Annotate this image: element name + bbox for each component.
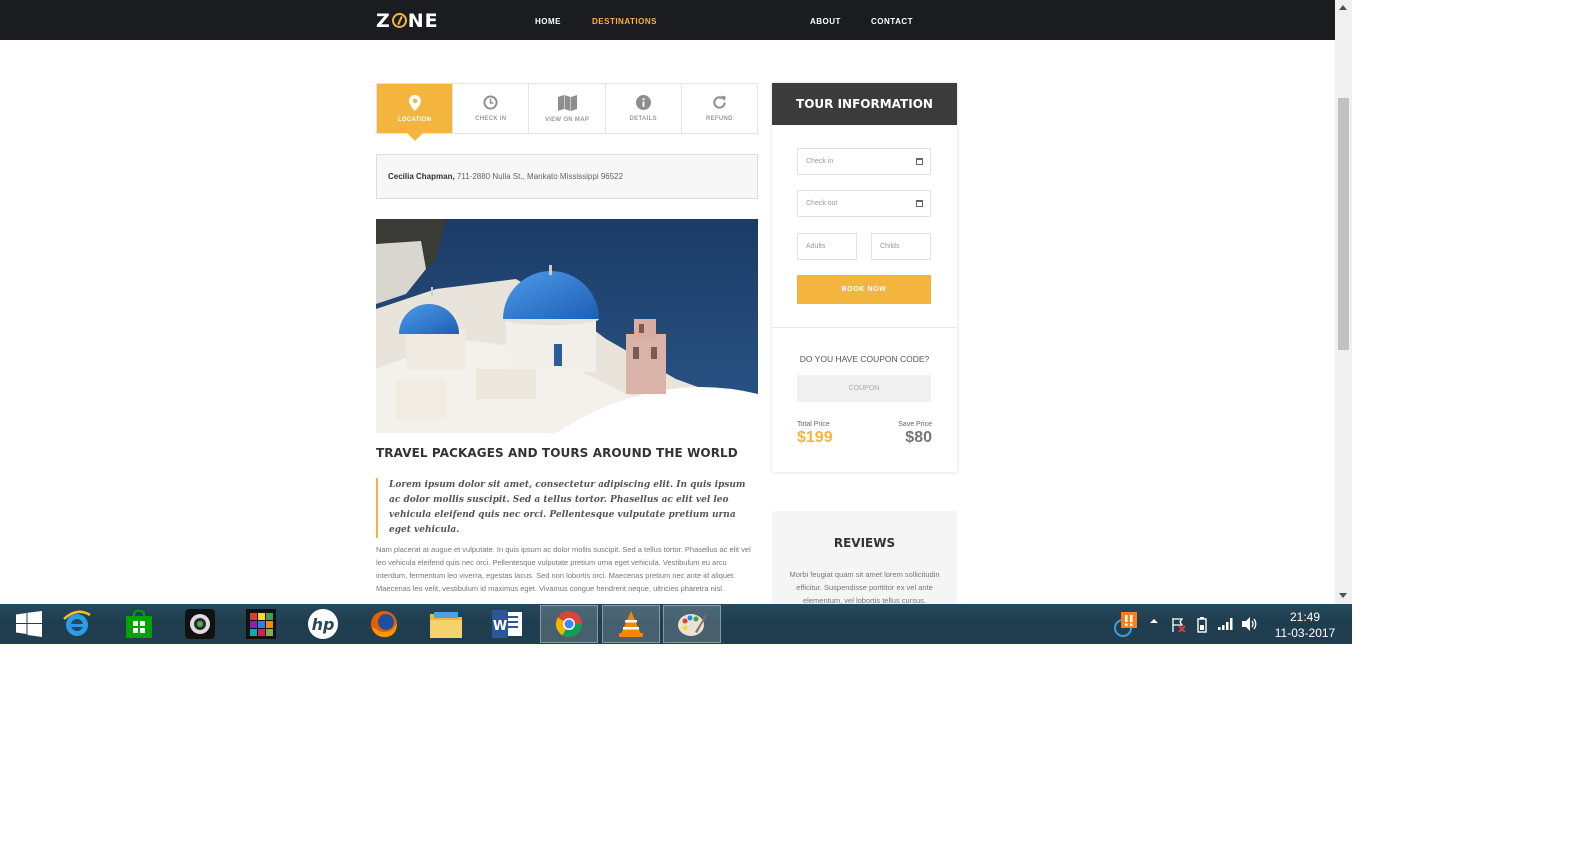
system-clock[interactable]: 21:49 11-03-2017 (1270, 609, 1340, 641)
tour-panel-title: TOUR INFORMATION (772, 83, 957, 125)
reviews-section: REVIEWS Morbi feugiat quam sit amet lore… (772, 511, 957, 604)
svg-text:hp: hp (312, 615, 335, 634)
webcam-icon[interactable] (171, 605, 229, 643)
save-price-label: Save Price (898, 421, 932, 428)
action-center-flag-icon[interactable] (1172, 618, 1186, 635)
info-icon (635, 95, 651, 110)
clock-time: 21:49 (1289, 610, 1321, 624)
tab-details[interactable]: DETAILS (606, 84, 682, 133)
address-street: 711-2880 Nulla St., Mankato Mississippi … (454, 172, 624, 181)
wifi-signal-icon[interactable] (1218, 618, 1234, 633)
nav-about[interactable]: ABOUT (810, 17, 841, 26)
site-logo[interactable]: Z NE (376, 10, 439, 32)
map-icon (557, 94, 577, 111)
hp-icon[interactable]: hp (294, 605, 352, 643)
compass-logo-icon (391, 13, 407, 28)
adults-field[interactable]: Adults (797, 233, 857, 260)
tour-information-panel: TOUR INFORMATION Check in Check out Adul… (772, 83, 957, 472)
volume-icon[interactable] (1242, 617, 1258, 634)
nav-home[interactable]: HOME (535, 17, 561, 26)
scroll-up-arrow-icon[interactable] (1339, 5, 1347, 10)
firefox-icon[interactable] (355, 605, 413, 643)
save-price-value: $80 (905, 429, 932, 446)
nav-destinations[interactable]: DESTINATIONS (592, 17, 657, 26)
map-pin-icon (408, 94, 421, 111)
book-now-button[interactable]: BOOK NOW (797, 275, 931, 304)
address-name: Cecilia Chapman, (388, 172, 455, 181)
scroll-thumb[interactable] (1338, 98, 1349, 350)
body-paragraph: Nam placerat at augue et vulputate. In q… (376, 545, 751, 593)
tab-refund[interactable]: REFUND (682, 84, 757, 133)
show-hidden-icons-icon[interactable] (1150, 616, 1158, 628)
browser-viewport: Z NE HOME DESTINATIONS ABOUT CONTACT LOCA… (0, 0, 1352, 604)
tab-check-in[interactable]: CHECK IN (453, 84, 530, 133)
coupon-input[interactable]: COUPON (797, 375, 931, 402)
nav-contact[interactable]: CONTACT (871, 17, 913, 26)
file-explorer-icon[interactable] (417, 605, 475, 643)
reviews-title: REVIEWS (833, 536, 896, 550)
divider (772, 327, 957, 328)
total-price-label: Total Price (797, 421, 830, 428)
reviews-text: Morbi feugiat quam sit amet lorem sollic… (789, 570, 940, 604)
store-icon[interactable] (110, 605, 168, 643)
paint-icon[interactable] (663, 605, 721, 643)
scroll-down-arrow-icon[interactable] (1339, 593, 1347, 598)
clock-date: 11-03-2017 (1274, 626, 1336, 640)
top-navbar: Z NE HOME DESTINATIONS ABOUT CONTACT (0, 0, 1335, 40)
battery-icon[interactable] (1195, 617, 1209, 636)
clock-icon (483, 95, 498, 110)
svg-text:W: W (493, 619, 507, 634)
coupon-question: DO YOU HAVE COUPON CODE? (799, 354, 930, 364)
page-heading: TRAVEL PACKAGES AND TOURS AROUND THE WOR… (376, 446, 738, 460)
total-price-value: $199 (797, 429, 833, 446)
vertical-scrollbar[interactable] (1335, 0, 1352, 604)
notification-warning-icon[interactable] (1113, 612, 1143, 641)
calendar-icon (916, 158, 923, 165)
photo-app-icon[interactable] (232, 605, 290, 643)
check-out-field[interactable]: Check out (797, 190, 931, 217)
tab-view-on-map[interactable]: VIEW ON MAP (529, 84, 606, 133)
windows-taskbar: hp W 21:49 11-03-2017 (0, 604, 1352, 644)
calendar-icon (916, 200, 923, 207)
refresh-icon (713, 95, 726, 109)
intro-quote: Lorem ipsum dolor sit amet, consectetur … (376, 478, 758, 538)
check-in-field[interactable]: Check in (797, 148, 931, 175)
tab-location[interactable]: LOCATION (377, 84, 454, 141)
address-box: Cecilia Chapman, 711-2880 Nulla St., Man… (376, 154, 758, 199)
childs-field[interactable]: Childs (871, 233, 931, 260)
vlc-icon[interactable] (602, 605, 660, 643)
word-icon[interactable]: W (478, 605, 536, 643)
destination-photo (376, 219, 758, 433)
tour-tabs: LOCATION CHECK IN VIEW ON MAP DETAILS RE… (376, 83, 758, 141)
chrome-icon[interactable] (540, 605, 598, 643)
internet-explorer-icon[interactable] (48, 605, 106, 643)
